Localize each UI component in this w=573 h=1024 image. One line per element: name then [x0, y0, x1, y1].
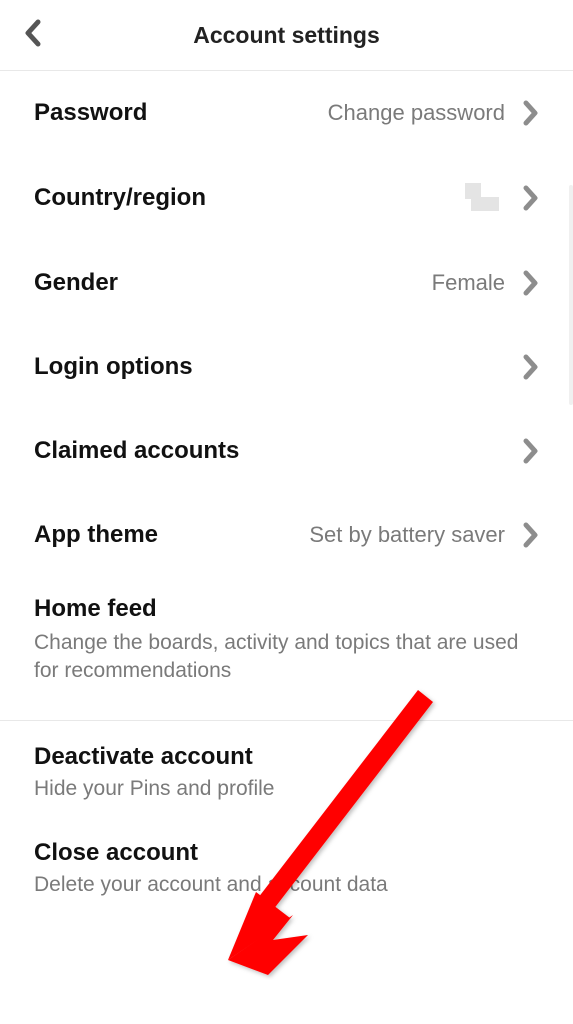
row-description: Hide your Pins and profile [34, 775, 539, 803]
chevron-right-icon [523, 185, 539, 211]
row-value [206, 183, 523, 213]
row-value: Change password [147, 100, 523, 126]
row-label: Deactivate account [34, 743, 539, 771]
row-label: Claimed accounts [34, 437, 239, 465]
row-label: Login options [34, 353, 193, 381]
flag-icon [455, 183, 505, 213]
row-description: Delete your account and account data [34, 871, 539, 899]
row-password[interactable]: Password Change password [34, 71, 539, 155]
row-label: Close account [34, 839, 539, 867]
row-close-account[interactable]: Close account Delete your account and ac… [34, 809, 539, 905]
settings-list: Password Change password Country/region … [0, 71, 573, 720]
scrollbar[interactable] [569, 185, 573, 405]
row-label: Password [34, 99, 147, 127]
row-label: App theme [34, 521, 158, 549]
account-actions: Deactivate account Hide your Pins and pr… [0, 721, 573, 906]
row-label: Gender [34, 269, 118, 297]
row-description: Change the boards, activity and topics t… [34, 629, 539, 686]
back-button[interactable] [24, 19, 42, 52]
row-claimed-accounts[interactable]: Claimed accounts [34, 409, 539, 493]
chevron-left-icon [24, 19, 42, 47]
chevron-right-icon [523, 354, 539, 380]
row-home-feed[interactable]: Home feed Change the boards, activity an… [34, 577, 539, 720]
row-app-theme[interactable]: App theme Set by battery saver [34, 493, 539, 577]
chevron-right-icon [523, 438, 539, 464]
row-value: Female [118, 270, 523, 296]
row-label: Home feed [34, 595, 539, 623]
row-gender[interactable]: Gender Female [34, 241, 539, 325]
row-login-options[interactable]: Login options [34, 325, 539, 409]
row-deactivate-account[interactable]: Deactivate account Hide your Pins and pr… [34, 721, 539, 809]
header: Account settings [0, 0, 573, 70]
row-value: Set by battery saver [158, 522, 523, 548]
row-label: Country/region [34, 184, 206, 212]
chevron-right-icon [523, 270, 539, 296]
chevron-right-icon [523, 100, 539, 126]
chevron-right-icon [523, 522, 539, 548]
page-title: Account settings [28, 22, 545, 49]
row-country-region[interactable]: Country/region [34, 155, 539, 241]
